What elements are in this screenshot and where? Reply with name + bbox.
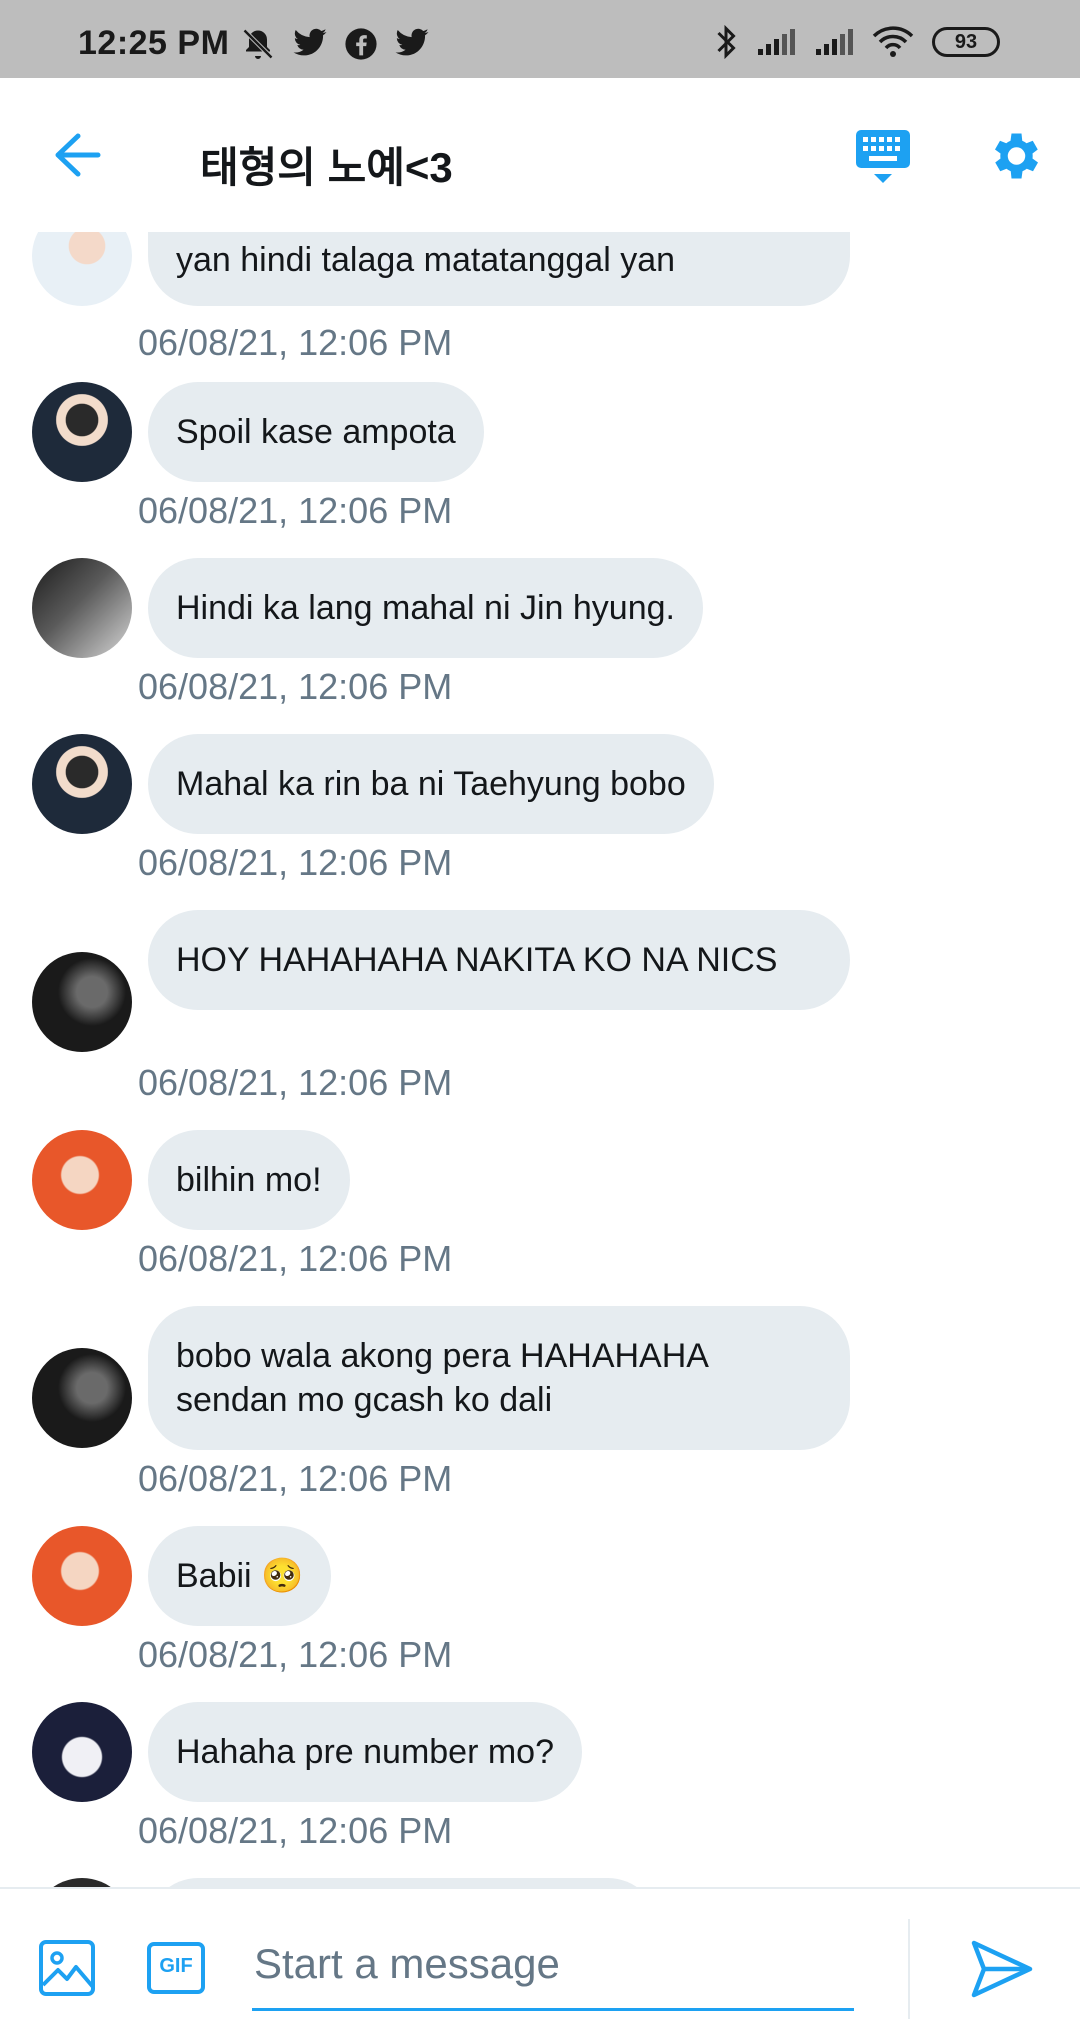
add-photo-button[interactable] — [38, 1939, 96, 1997]
conversation-title[interactable]: 태형의 노예<3 — [200, 134, 453, 195]
avatar[interactable] — [32, 232, 132, 306]
wifi-icon — [872, 26, 914, 57]
send-icon — [971, 1940, 1033, 1998]
message-bubble[interactable]: Hindi ka lang mahal ni Jin hyung. — [148, 558, 703, 658]
twitter-icon — [293, 28, 327, 56]
notification-icons — [240, 26, 430, 62]
message-timestamp: 06/08/21, 12:06 PM — [138, 322, 453, 363]
status-bar: 12:25 PM 93 — [0, 0, 1080, 78]
message-composer: GIF — [0, 1887, 1080, 2044]
system-icons: 93 — [714, 24, 1000, 60]
message-timestamp: 06/08/21, 12:06 PM — [138, 1810, 453, 1851]
battery-indicator: 93 — [932, 27, 1000, 57]
send-button[interactable] — [970, 1939, 1034, 1999]
twitter-icon — [395, 28, 429, 56]
mute-icon — [242, 28, 274, 60]
status-time: 12:25 PM — [78, 24, 230, 62]
message-bubble[interactable]: Babii 🥺 — [148, 1526, 332, 1626]
message-timestamp: 06/08/21, 12:06 PM — [138, 842, 453, 883]
composer-divider — [908, 1919, 910, 2019]
avatar[interactable] — [32, 1878, 132, 1887]
message-timestamp: 06/08/21, 12:06 PM — [138, 1062, 453, 1103]
avatar[interactable] — [32, 952, 132, 1052]
message-bubble[interactable]: Hahaha pre number mo? — [148, 1702, 583, 1802]
bluetooth-icon — [717, 24, 736, 60]
gear-icon — [995, 133, 1038, 179]
signal-icon — [816, 29, 853, 55]
avatar[interactable] — [32, 1348, 132, 1448]
battery-level: 93 — [954, 30, 978, 53]
message-bubble[interactable]: HOY HAHAHAHA NAKITA KO NA NICS — [148, 910, 850, 1010]
avatar[interactable] — [32, 1526, 132, 1626]
avatar[interactable] — [32, 382, 132, 482]
avatar[interactable] — [32, 558, 132, 658]
gif-label: GIF — [159, 1955, 193, 1977]
keyboard-toggle-button[interactable] — [854, 128, 912, 186]
message-timestamp: 06/08/21, 12:06 PM — [138, 666, 453, 707]
avatar[interactable] — [32, 1702, 132, 1802]
image-icon — [39, 1940, 95, 1996]
message-bubble[interactable] — [148, 1878, 658, 1887]
message-timestamp: 06/08/21, 12:06 PM — [138, 1458, 453, 1499]
message-bubble[interactable]: Mahal ka rin ba ni Taehyung bobo — [148, 734, 714, 834]
avatar[interactable] — [32, 734, 132, 834]
message-list[interactable]: yan hindi talaga matatanggal yan 06/08/2… — [0, 232, 1080, 1887]
message-bubble[interactable]: Spoil kase ampota — [148, 382, 484, 482]
add-gif-button[interactable]: GIF — [146, 1941, 206, 1995]
message-input[interactable] — [252, 1919, 854, 2011]
message-timestamp: 06/08/21, 12:06 PM — [138, 1238, 453, 1279]
message-timestamp: 06/08/21, 12:06 PM — [138, 1634, 453, 1675]
message-bubble[interactable]: bobo wala akong pera HAHAHAHA sendan mo … — [148, 1306, 850, 1450]
keyboard-icon — [856, 130, 910, 183]
arrow-left-icon — [55, 133, 101, 177]
avatar[interactable] — [32, 1130, 132, 1230]
back-button[interactable] — [48, 130, 104, 180]
settings-button[interactable] — [984, 126, 1044, 186]
signal-icon — [758, 29, 795, 55]
message-timestamp: 06/08/21, 12:06 PM — [138, 490, 453, 531]
message-bubble[interactable]: bilhin mo! — [148, 1130, 350, 1230]
conversation-header: 태형의 노예<3 — [0, 78, 1080, 232]
facebook-icon — [345, 28, 377, 60]
message-bubble[interactable]: yan hindi talaga matatanggal yan — [148, 232, 850, 306]
